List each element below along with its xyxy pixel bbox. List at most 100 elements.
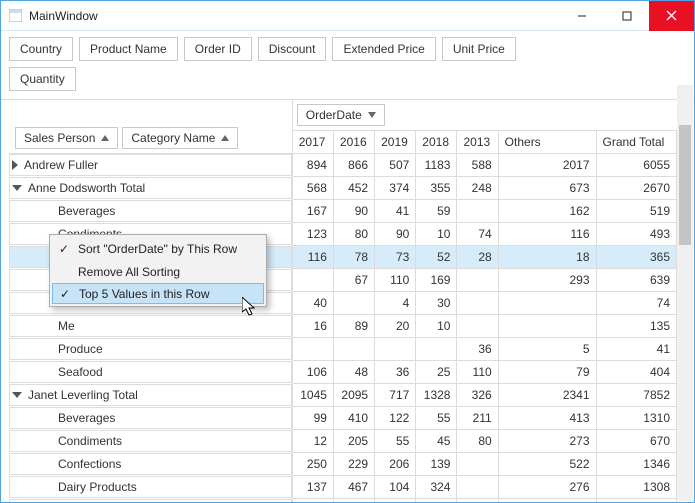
data-cell[interactable]: 519 (596, 200, 676, 223)
data-cell[interactable]: 522 (498, 453, 596, 476)
filter-unit-price[interactable]: Unit Price (442, 37, 516, 61)
row-dim-category-name[interactable]: Category Name (122, 127, 238, 149)
col-grand-total[interactable]: Grand Total (596, 131, 676, 154)
data-cell[interactable]: 99 (292, 407, 333, 430)
data-cell[interactable]: 41 (596, 338, 676, 361)
data-cell[interactable]: 55 (416, 407, 457, 430)
data-cell[interactable]: 1308 (596, 476, 676, 499)
data-cell[interactable]: 639 (596, 269, 676, 292)
data-cell[interactable]: 507 (375, 154, 416, 177)
filter-order-id[interactable]: Order ID (184, 37, 252, 61)
data-cell[interactable]: 110 (457, 361, 498, 384)
row-header[interactable]: Dairy Products (9, 476, 292, 498)
table-row[interactable]: Janet Leverling Total1045209571713283262… (9, 384, 677, 407)
data-cell[interactable]: 79 (498, 361, 596, 384)
data-cell[interactable] (498, 292, 596, 315)
data-cell[interactable]: 25 (416, 361, 457, 384)
data-cell[interactable]: 887 (596, 499, 676, 503)
data-cell[interactable]: 90 (375, 223, 416, 246)
table-row[interactable]: Grains/Cereals908363183887 (9, 499, 677, 503)
data-cell[interactable]: 90 (292, 499, 333, 503)
data-cell[interactable]: 493 (596, 223, 676, 246)
data-cell[interactable]: 2017 (498, 154, 596, 177)
filter-extended-price[interactable]: Extended Price (332, 37, 435, 61)
collapse-icon[interactable] (12, 392, 22, 398)
col-2013[interactable]: 2013 (457, 131, 498, 154)
table-row[interactable]: Anne Dodsworth Total56845237435524867326… (9, 177, 677, 200)
data-cell[interactable] (292, 269, 333, 292)
data-cell[interactable]: 162 (498, 200, 596, 223)
data-cell[interactable]: 104 (375, 476, 416, 499)
data-cell[interactable]: 365 (596, 246, 676, 269)
row-header[interactable]: Andrew Fuller (9, 154, 292, 176)
data-cell[interactable]: 59 (416, 200, 457, 223)
data-cell[interactable]: 326 (457, 384, 498, 407)
data-cell[interactable]: 670 (596, 430, 676, 453)
data-cell[interactable]: 568 (292, 177, 333, 200)
data-cell[interactable]: 324 (416, 476, 457, 499)
data-cell[interactable]: 83 (375, 499, 416, 503)
data-cell[interactable]: 355 (416, 177, 457, 200)
data-cell[interactable]: 135 (596, 315, 676, 338)
close-button[interactable] (649, 1, 694, 31)
data-cell[interactable]: 866 (333, 154, 374, 177)
data-cell[interactable]: 293 (498, 269, 596, 292)
data-cell[interactable]: 404 (596, 361, 676, 384)
data-cell[interactable]: 123 (292, 223, 333, 246)
data-cell[interactable]: 248 (457, 177, 498, 200)
maximize-button[interactable] (604, 1, 649, 31)
data-cell[interactable]: 631 (416, 499, 457, 503)
data-cell[interactable]: 206 (375, 453, 416, 476)
scrollbar-thumb[interactable] (679, 125, 691, 245)
data-cell[interactable]: 74 (596, 292, 676, 315)
data-cell[interactable]: 80 (333, 223, 374, 246)
data-cell[interactable]: 588 (457, 154, 498, 177)
data-cell[interactable] (457, 476, 498, 499)
vertical-scrollbar[interactable] (677, 85, 693, 501)
context-menu-sort-by-row[interactable]: ✓ Sort "OrderDate" by This Row (52, 237, 264, 260)
data-cell[interactable] (333, 338, 374, 361)
table-row[interactable]: Andrew Fuller894866507118358820176055 (9, 154, 677, 177)
data-cell[interactable]: 78 (333, 246, 374, 269)
data-cell[interactable]: 169 (416, 269, 457, 292)
data-cell[interactable]: 205 (333, 430, 374, 453)
col-2018[interactable]: 2018 (416, 131, 457, 154)
data-cell[interactable]: 40 (292, 292, 333, 315)
data-cell[interactable]: 48 (333, 361, 374, 384)
data-cell[interactable]: 20 (375, 315, 416, 338)
data-cell[interactable]: 110 (375, 269, 416, 292)
filter-country[interactable]: Country (9, 37, 73, 61)
data-cell[interactable] (457, 200, 498, 223)
data-cell[interactable]: 276 (498, 476, 596, 499)
data-cell[interactable]: 12 (292, 430, 333, 453)
data-cell[interactable]: 55 (375, 430, 416, 453)
filter-quantity[interactable]: Quantity (9, 67, 76, 91)
data-cell[interactable]: 1045 (292, 384, 333, 407)
data-cell[interactable] (457, 499, 498, 503)
data-cell[interactable]: 52 (416, 246, 457, 269)
data-cell[interactable]: 10 (416, 223, 457, 246)
filter-product-name[interactable]: Product Name (79, 37, 178, 61)
filter-discount[interactable]: Discount (258, 37, 327, 61)
table-row[interactable]: Produce36541 (9, 338, 677, 361)
table-row[interactable]: Dairy Products1374671043242761308 (9, 476, 677, 499)
row-header[interactable]: Me (9, 315, 292, 337)
row-header[interactable]: Confections (9, 453, 292, 475)
col-others[interactable]: Others (498, 131, 596, 154)
row-header[interactable]: Grains/Cereals (9, 499, 292, 503)
context-menu-top-5-values[interactable]: ✓ Top 5 Values in this Row (52, 283, 264, 304)
data-cell[interactable]: 717 (375, 384, 416, 407)
row-dim-sales-person[interactable]: Sales Person (15, 127, 118, 149)
data-cell[interactable]: 139 (416, 453, 457, 476)
data-cell[interactable]: 80 (457, 430, 498, 453)
col-2019[interactable]: 2019 (375, 131, 416, 154)
data-cell[interactable]: 122 (375, 407, 416, 430)
data-cell[interactable]: 1346 (596, 453, 676, 476)
data-cell[interactable]: 229 (333, 453, 374, 476)
data-cell[interactable]: 2670 (596, 177, 676, 200)
data-cell[interactable]: 894 (292, 154, 333, 177)
data-cell[interactable]: 467 (333, 476, 374, 499)
table-row[interactable]: Beverages167904159162519 (9, 200, 677, 223)
data-cell[interactable]: 41 (375, 200, 416, 223)
data-cell[interactable] (457, 315, 498, 338)
